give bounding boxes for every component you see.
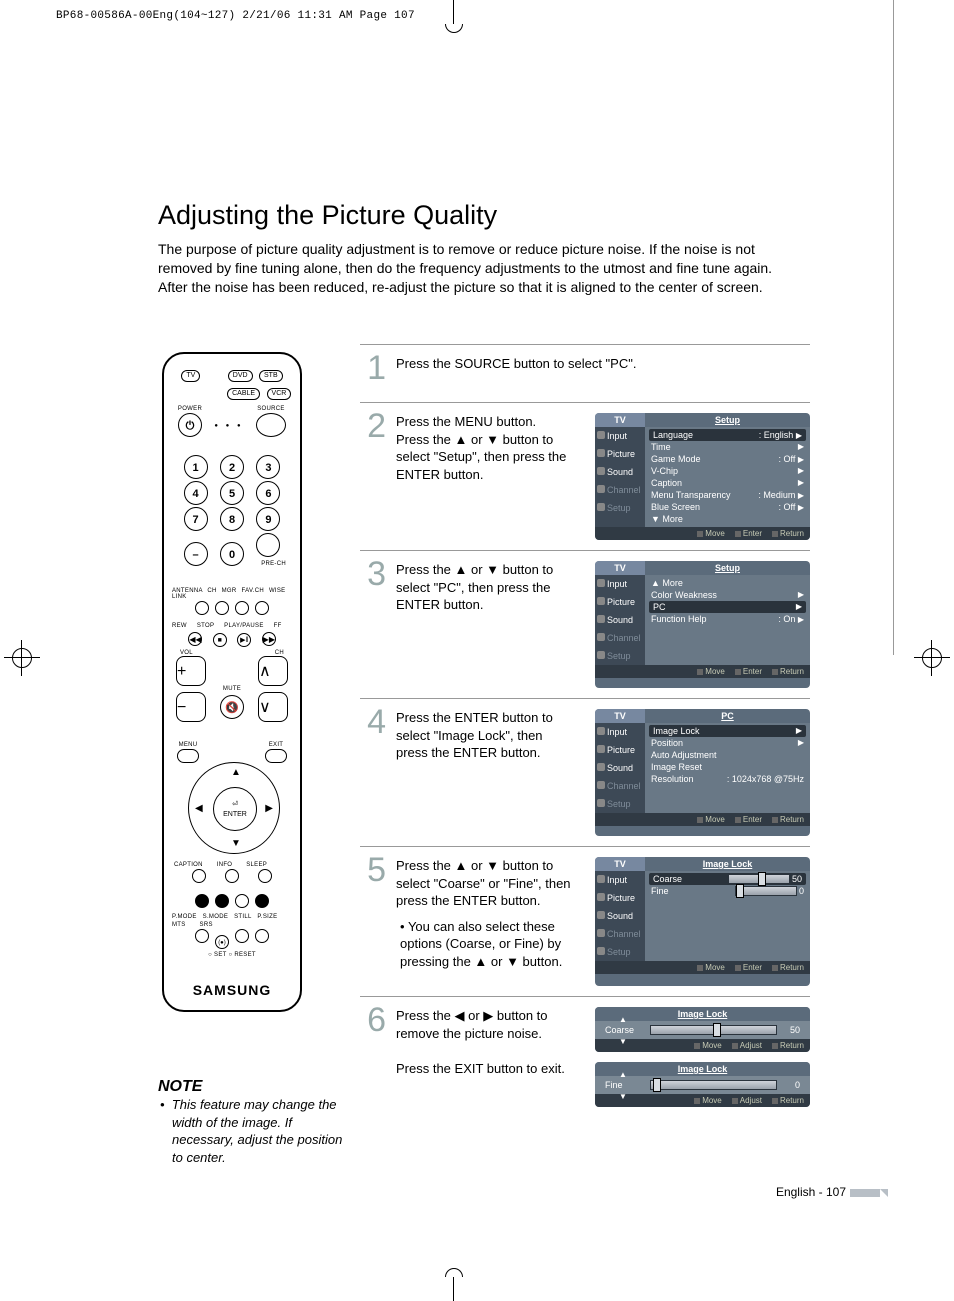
menu-label: MENU — [174, 742, 202, 748]
num-6: 6 — [256, 481, 280, 505]
exit-button — [265, 749, 287, 763]
crop-header: BP68-00586A-00Eng(104~127) 2/21/06 11:31… — [56, 10, 415, 22]
page-title: Adjusting the Picture Quality — [158, 200, 497, 231]
mode-tv: TV — [181, 370, 200, 382]
row-labels-3: P.MODE S.MODE STILL P.SIZE — [164, 914, 300, 920]
registration-left — [4, 640, 40, 676]
osd-setup-1: TVSetup InputPictureSoundChannelSetup La… — [595, 413, 810, 540]
ff-icon: ▶▶ — [262, 632, 276, 646]
mode-vcr: VCR — [267, 388, 292, 400]
page-divider — [893, 0, 894, 655]
step-5-bullet: You can also select these options (Coars… — [400, 918, 585, 971]
power-label: POWER — [174, 406, 206, 412]
osd-coarse-slider: Image Lock ▲Coarse▼ 50 MoveAdjustReturn — [595, 1007, 810, 1052]
crop-mark-bottom — [445, 1261, 465, 1301]
play-icon: ▶‖ — [237, 633, 251, 647]
dash-button: – — [184, 542, 208, 566]
mode-cable: CABLE — [227, 388, 260, 400]
num-3: 3 — [256, 455, 280, 479]
num-7: 7 — [184, 507, 208, 531]
nav-ring: ⏎ENTER ▲ ▼ ◀ ▶ — [188, 762, 280, 854]
vol-down: − — [176, 692, 206, 722]
num-5: 5 — [220, 481, 244, 505]
intro-paragraph: The purpose of picture quality adjustmen… — [158, 240, 798, 297]
nav-up-icon: ▲ — [231, 767, 241, 778]
osd-pc: TVPC InputPictureSoundChannelSetup Image… — [595, 709, 810, 836]
ch-up: ∧ — [258, 656, 288, 686]
step-5: 5 Press the ▲ or ▼ button to select "Coa… — [360, 846, 810, 996]
exit-label: EXIT — [262, 742, 290, 748]
osd-image-lock: TVImage Lock InputPictureSoundChannelSet… — [595, 857, 810, 986]
menu-button — [177, 749, 199, 763]
source-label: SOURCE — [252, 406, 290, 412]
footer-bar — [850, 1189, 880, 1197]
brand-logo: SAMSUNG — [164, 982, 300, 998]
osd-fine-slider: Image Lock ▲Fine▼ 0 MoveAdjustReturn — [595, 1062, 810, 1107]
osd-setup-2: TVSetup InputPictureSoundChannelSetup ▲ … — [595, 561, 810, 688]
enter-button: ⏎ENTER — [213, 787, 257, 831]
mute-button: 🔇 — [220, 695, 244, 719]
power-button: ⏻ — [178, 413, 202, 437]
set-reset-label: ○ SET ○ RESET — [164, 952, 300, 958]
remote-illustration: TV DVD STB CABLE VCR POWER⏻ ● ● ● SOURCE… — [162, 352, 302, 1012]
nav-down-icon: ▼ — [231, 838, 241, 849]
num-9: 9 — [256, 507, 280, 531]
ch-down: ∨ — [258, 692, 288, 722]
led-dots: ● ● ● — [214, 423, 243, 429]
footer-caret-icon — [880, 1189, 888, 1197]
num-1: 1 — [184, 455, 208, 479]
registration-right — [914, 640, 950, 676]
step-4: 4 Press the ENTER button to select "Imag… — [360, 698, 810, 846]
vol-up: + — [176, 656, 206, 686]
step-6: 6 Press the ◀ or ▶ button to remove the … — [360, 996, 810, 1136]
rew-icon: ◀◀ — [188, 632, 202, 646]
note-text: • This feature may change the width of t… — [158, 1096, 348, 1166]
num-2: 2 — [220, 455, 244, 479]
row-labels-1: ANTENNA CH MGR FAV.CH WISE LINK — [164, 588, 300, 600]
step-2: 2 Press the MENU button. Press the ▲ or … — [360, 402, 810, 550]
prech-button — [256, 533, 280, 557]
num-4: 4 — [184, 481, 208, 505]
source-button — [256, 413, 286, 437]
note-title: NOTE — [158, 1078, 348, 1096]
crop-mark-top — [445, 0, 465, 40]
step-3: 3 Press the ▲ or ▼ button to select "PC"… — [360, 550, 810, 698]
stop-icon: ■ — [213, 633, 227, 647]
nav-left-icon: ◀ — [195, 803, 203, 814]
step-1: 1 Press the SOURCE button to select "PC"… — [360, 344, 810, 402]
page-footer: English - 107 — [776, 1185, 846, 1199]
mode-dvd: DVD — [228, 370, 253, 382]
mode-stb: STB — [259, 370, 283, 382]
num-0: 0 — [220, 542, 244, 566]
num-8: 8 — [220, 507, 244, 531]
note-block: NOTE • This feature may change the width… — [158, 1078, 348, 1166]
nav-right-icon: ▶ — [265, 803, 273, 814]
steps-column: 1 Press the SOURCE button to select "PC"… — [360, 344, 810, 1136]
